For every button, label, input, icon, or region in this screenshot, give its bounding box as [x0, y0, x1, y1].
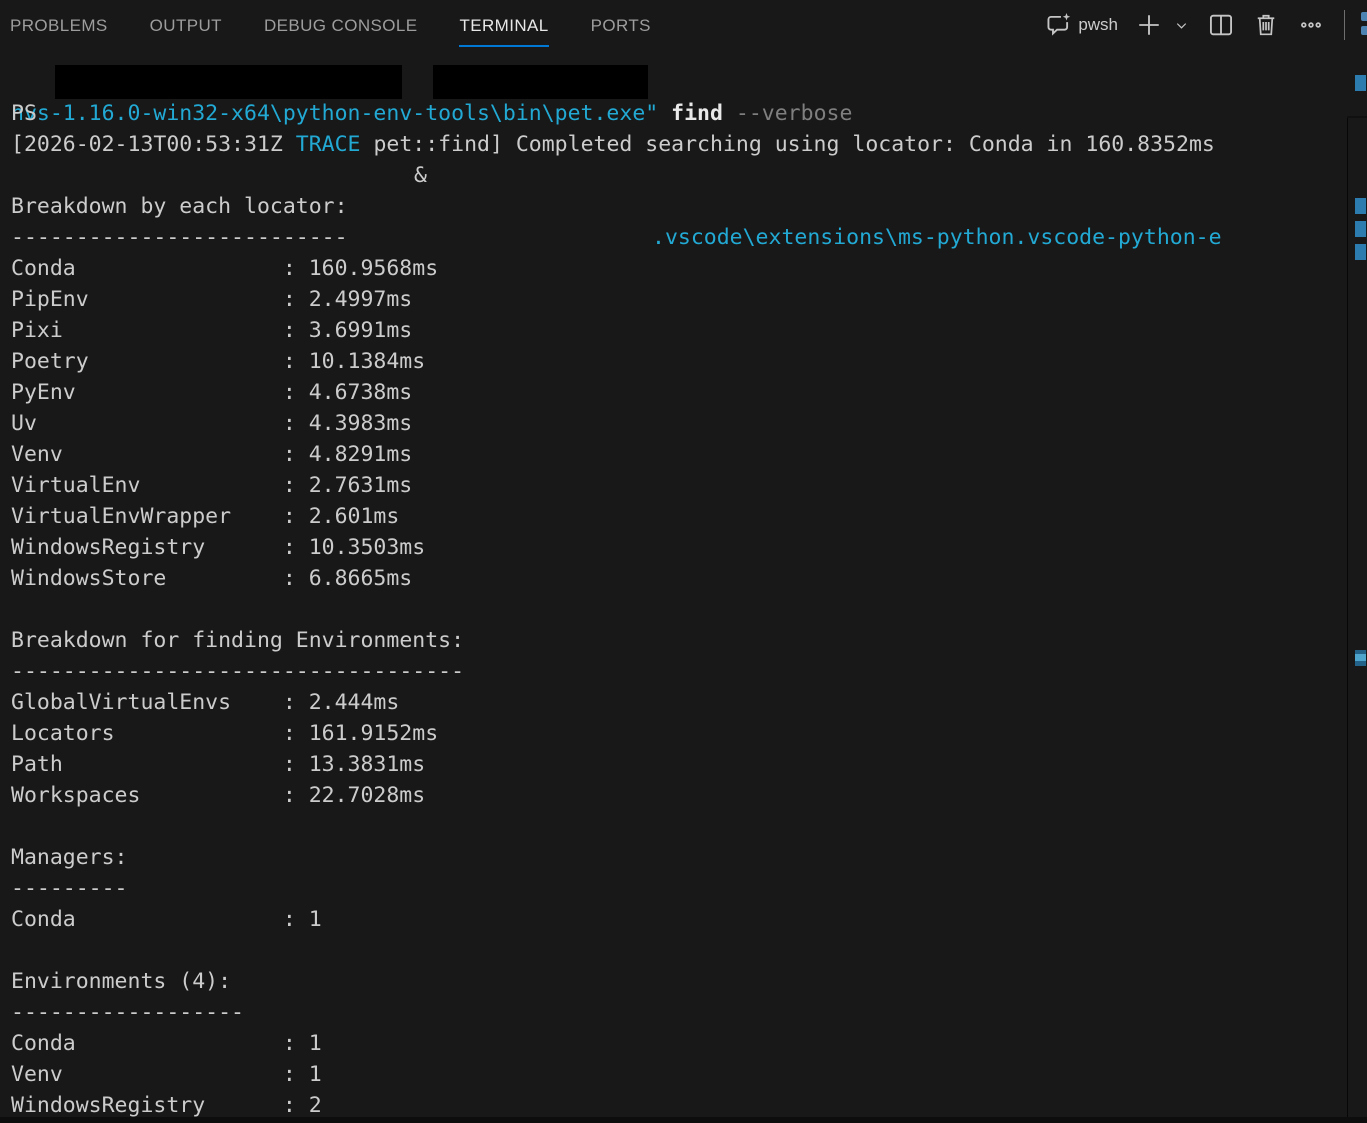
- command-path-part-2: nvs-1.16.0-win32-x64\python-env-tools\bi…: [11, 101, 658, 126]
- scrollbar-command-marker: [1355, 244, 1366, 260]
- pwsh-terminal-tab-icon[interactable]: [1361, 12, 1367, 37]
- scrollbar-command-marker: [1355, 75, 1366, 91]
- section-divider: ---------: [11, 873, 1360, 904]
- stat-row: Venv: 4.8291ms: [11, 439, 1360, 470]
- stat-row: Uv: 4.3983ms: [11, 408, 1360, 439]
- bottom-edge-strip: [0, 1117, 1367, 1123]
- tab-debug-console[interactable]: DEBUG CONSOLE: [264, 16, 418, 47]
- copilot-chat-icon[interactable]: [1045, 11, 1073, 39]
- tab-ports[interactable]: PORTS: [591, 16, 651, 47]
- command-line-2: nvs-1.16.0-win32-x64\python-env-tools\bi…: [11, 98, 1360, 129]
- trace-level: TRACE: [296, 132, 361, 157]
- tab-terminal[interactable]: TERMINAL: [459, 16, 548, 47]
- call-operator: &: [414, 160, 427, 191]
- scrollbar-command-marker: [1355, 198, 1366, 214]
- verbose-flag: --verbose: [736, 101, 853, 126]
- chevron-down-icon[interactable]: [1172, 11, 1190, 39]
- stat-row: Conda: 160.9568ms: [11, 253, 1360, 284]
- stat-row: VirtualEnv: 2.7631ms: [11, 470, 1360, 501]
- section-divider: -----------------------------------: [11, 656, 1360, 687]
- trace-line: [2026-02-13T00:53:31Z TRACE pet::find] C…: [11, 129, 1360, 160]
- command-path-part-1: .vscode\extensions\ms-python.vscode-pyth…: [652, 222, 1222, 253]
- stat-row: Workspaces: 22.7028ms: [11, 780, 1360, 811]
- split-terminal-icon[interactable]: [1207, 11, 1235, 39]
- stat-row: Conda: 1: [11, 904, 1360, 935]
- section-environment-breakdown: Breakdown for finding Environments: ----…: [11, 625, 1360, 811]
- header-divider: [1344, 10, 1345, 40]
- section-divider: ------------------: [11, 997, 1360, 1028]
- panel-tabs: PROBLEMS OUTPUT DEBUG CONSOLE TERMINAL P…: [10, 0, 651, 47]
- stat-row: Conda: 1: [11, 1028, 1360, 1059]
- section-title: Breakdown by each locator:: [11, 191, 1360, 222]
- tab-problems[interactable]: PROBLEMS: [10, 16, 108, 47]
- section-environments: Environments (4): ------------------ Con…: [11, 966, 1360, 1121]
- stat-row: Pixi: 3.6991ms: [11, 315, 1360, 346]
- section-title: Environments (4):: [11, 966, 1360, 997]
- stat-row: WindowsRegistry: 10.3503ms: [11, 532, 1360, 563]
- stat-row: Poetry: 10.1384ms: [11, 346, 1360, 377]
- terminal-output[interactable]: PS & .vscode\extensions\ms-python.vscode…: [0, 55, 1360, 1123]
- prompt-label: PS: [11, 98, 37, 129]
- stat-row: GlobalVirtualEnvs: 2.444ms: [11, 687, 1360, 718]
- stat-row: Path: 13.3831ms: [11, 749, 1360, 780]
- stat-row: PyEnv: 4.6738ms: [11, 377, 1360, 408]
- section-managers: Managers: --------- Conda: 1: [11, 842, 1360, 935]
- new-terminal-icon[interactable]: [1135, 11, 1163, 39]
- terminal-actions: pwsh: [1045, 0, 1345, 50]
- tab-output[interactable]: OUTPUT: [150, 16, 222, 47]
- scrollbar-command-marker: [1355, 221, 1366, 237]
- section-title: Managers:: [11, 842, 1360, 873]
- stat-row: VirtualEnvWrapper: 2.601ms: [11, 501, 1360, 532]
- stat-row: WindowsStore: 6.8665ms: [11, 563, 1360, 594]
- subcommand: find: [671, 101, 723, 126]
- more-actions-icon[interactable]: [1297, 11, 1325, 39]
- redacted-path-1: [55, 65, 402, 99]
- stat-row: Venv: 1: [11, 1059, 1360, 1090]
- scrollbar-track[interactable]: [1347, 118, 1348, 1123]
- scrollbar-command-marker: [1355, 650, 1366, 666]
- stat-row: Locators: 161.9152ms: [11, 718, 1360, 749]
- kill-terminal-icon[interactable]: [1252, 11, 1280, 39]
- ruler-top-edge: [1347, 116, 1367, 118]
- command-line-1: PS & .vscode\extensions\ms-python.vscode…: [11, 67, 1360, 98]
- section-title: Breakdown for finding Environments:: [11, 625, 1360, 656]
- panel-header: PROBLEMS OUTPUT DEBUG CONSOLE TERMINAL P…: [0, 0, 1367, 55]
- redacted-path-2: [433, 65, 648, 99]
- shell-label[interactable]: pwsh: [1078, 15, 1118, 35]
- stat-row: PipEnv: 2.4997ms: [11, 284, 1360, 315]
